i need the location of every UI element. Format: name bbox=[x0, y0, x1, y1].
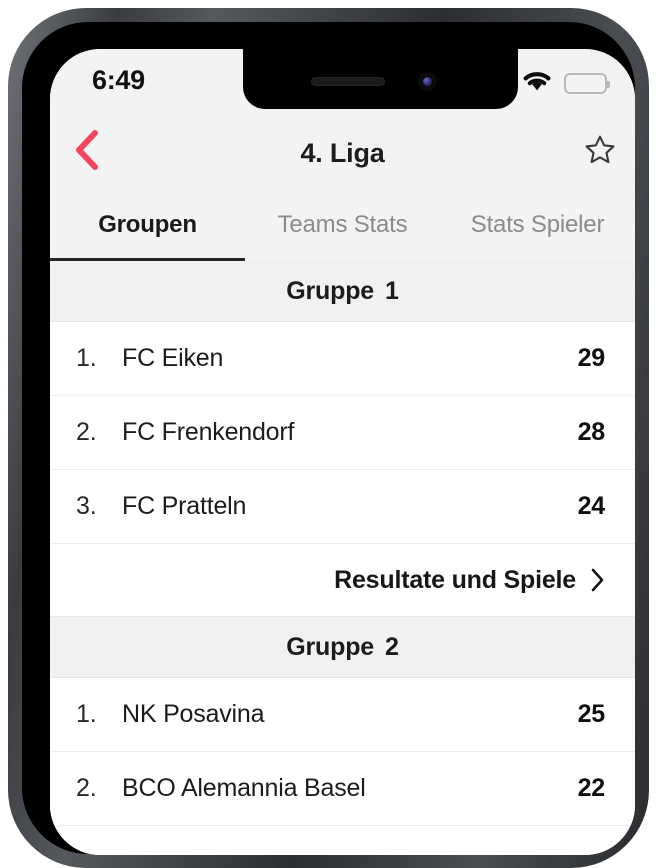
speaker-grille-icon bbox=[311, 77, 385, 86]
page-title: 4. Liga bbox=[300, 138, 385, 168]
table-row[interactable]: 3. FC Pratteln 24 bbox=[50, 470, 635, 544]
team-rank: 1. bbox=[76, 344, 97, 372]
phone-bezel: 6:49 4. Liga Groupen Teams Stats Stats S… bbox=[22, 22, 635, 855]
team-name: NK Posavina bbox=[122, 700, 265, 728]
group-header-2: Gruppe 2 bbox=[50, 617, 635, 678]
team-rank: 3. bbox=[76, 492, 97, 520]
team-name: BCO Alemannia Basel bbox=[122, 774, 366, 802]
team-name: FC Frenkendorf bbox=[122, 418, 295, 446]
results-link-label: Resultate und Spiele bbox=[334, 565, 576, 594]
group-number: 2 bbox=[384, 632, 399, 661]
chevron-right-icon bbox=[589, 567, 605, 593]
chevron-left-icon bbox=[73, 129, 101, 176]
tab-label: Stats Spieler bbox=[470, 211, 605, 238]
star-outline-icon bbox=[583, 133, 617, 172]
table-row[interactable]: 1. NK Posavina 25 bbox=[50, 678, 635, 752]
team-rank: 2. bbox=[76, 774, 97, 802]
tab-stats-spieler[interactable]: Stats Spieler bbox=[440, 189, 635, 261]
front-camera-icon bbox=[418, 72, 437, 91]
battery-full-icon bbox=[564, 72, 610, 94]
favorite-button[interactable] bbox=[574, 126, 626, 178]
team-rank: 1. bbox=[76, 700, 97, 728]
wifi-icon bbox=[521, 69, 553, 97]
group-title: Gruppe bbox=[286, 276, 374, 305]
phone-frame: 6:49 4. Liga Groupen Teams Stats Stats S… bbox=[8, 8, 649, 868]
team-name: FC Pratteln bbox=[122, 492, 247, 520]
group-number: 1 bbox=[384, 276, 399, 305]
team-rank: 2. bbox=[76, 418, 97, 446]
team-points: 22 bbox=[577, 774, 606, 802]
group-title: Gruppe bbox=[286, 632, 374, 661]
back-button[interactable] bbox=[58, 123, 116, 181]
team-points: 25 bbox=[577, 700, 606, 728]
team-name: FC Eiken bbox=[122, 344, 224, 372]
team-points: 24 bbox=[577, 492, 606, 520]
group-header-1: Gruppe 1 bbox=[50, 261, 635, 322]
tab-teams-stats[interactable]: Teams Stats bbox=[245, 189, 440, 261]
tab-groupen[interactable]: Groupen bbox=[50, 189, 245, 262]
tab-label: Teams Stats bbox=[277, 211, 408, 238]
results-and-games-link[interactable]: Resultate und Spiele bbox=[50, 544, 635, 617]
table-row[interactable]: 2. FC Frenkendorf 28 bbox=[50, 396, 635, 470]
tab-label: Groupen bbox=[98, 211, 197, 238]
notch bbox=[243, 49, 518, 109]
team-points: 29 bbox=[577, 344, 606, 372]
team-points: 28 bbox=[577, 418, 606, 446]
table-row[interactable]: 1. FC Eiken 29 bbox=[50, 322, 635, 396]
status-time: 6:49 bbox=[92, 65, 145, 95]
table-row[interactable]: 2. BCO Alemannia Basel 22 bbox=[50, 752, 635, 826]
navigation-bar: 4. Liga bbox=[50, 117, 635, 189]
phone-screen: 6:49 4. Liga Groupen Teams Stats Stats S… bbox=[50, 49, 635, 855]
group-list[interactable]: Gruppe 1 1. FC Eiken 29 2. FC Frenkendor… bbox=[50, 261, 635, 855]
tab-bar: Groupen Teams Stats Stats Spieler bbox=[50, 189, 635, 262]
